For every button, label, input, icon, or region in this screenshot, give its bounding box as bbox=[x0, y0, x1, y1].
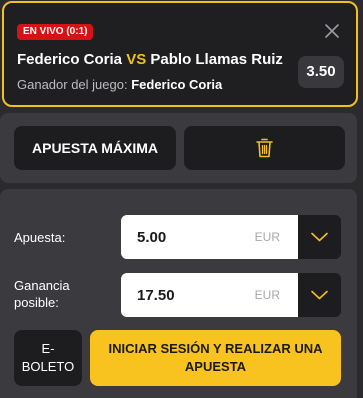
close-icon[interactable] bbox=[324, 23, 340, 39]
market-pick: Federico Coria bbox=[131, 77, 223, 92]
max-bet-button[interactable]: APUESTA MÁXIMA bbox=[14, 126, 176, 170]
actions-panel: APUESTA MÁXIMA bbox=[0, 113, 357, 183]
trash-icon bbox=[256, 138, 273, 158]
winnings-currency: EUR bbox=[254, 288, 280, 302]
stake-field[interactable]: EUR bbox=[121, 215, 326, 259]
market-line: Ganador del juego: Federico Coria bbox=[17, 77, 222, 92]
login-and-bet-button[interactable]: INICIAR SESIÓN Y REALIZAR UNA APUESTA bbox=[90, 330, 341, 386]
winnings-label: Ganancia posible: bbox=[14, 277, 70, 311]
winnings-dropdown-button[interactable] bbox=[298, 273, 341, 317]
stake-label: Apuesta: bbox=[14, 230, 66, 245]
stake-dropdown-button[interactable] bbox=[298, 215, 341, 259]
home-player: Federico Coria bbox=[17, 51, 123, 68]
stake-input[interactable] bbox=[137, 215, 247, 259]
live-badge: EN VIVO (0:1) bbox=[17, 24, 94, 40]
login-bet-label-line1: INICIAR SESIÓN Y REALIZAR UNA bbox=[108, 341, 323, 356]
market-label: Ganador del juego: bbox=[17, 77, 128, 92]
delete-selection-button[interactable] bbox=[184, 126, 345, 170]
winnings-input[interactable] bbox=[137, 273, 247, 317]
login-bet-label-line2: APUESTA bbox=[184, 359, 247, 374]
eticket-label-line2: BOLETO bbox=[21, 359, 75, 374]
stake-currency: EUR bbox=[254, 230, 280, 244]
vs-separator: VS bbox=[126, 51, 147, 68]
odds-value: 3.50 bbox=[298, 56, 344, 88]
eticket-label-line1: E- bbox=[41, 341, 55, 356]
winnings-field[interactable]: EUR bbox=[121, 273, 326, 317]
chevron-down-icon bbox=[311, 232, 328, 242]
match-title: Federico Coria VS Pablo Llamas Ruiz bbox=[17, 51, 283, 68]
stake-panel: Apuesta: EUR Ganancia posible: EUR E- bbox=[0, 189, 357, 398]
eticket-button[interactable]: E- BOLETO bbox=[14, 330, 82, 386]
winnings-label-line2: posible: bbox=[14, 295, 59, 310]
away-player: Pablo Llamas Ruiz bbox=[150, 51, 283, 68]
winnings-label-line1: Ganancia bbox=[14, 278, 70, 293]
betslip: EN VIVO (0:1) Federico Coria VS Pablo Ll… bbox=[0, 0, 363, 398]
chevron-down-icon bbox=[311, 290, 328, 300]
selection-card: EN VIVO (0:1) Federico Coria VS Pablo Ll… bbox=[2, 1, 358, 107]
